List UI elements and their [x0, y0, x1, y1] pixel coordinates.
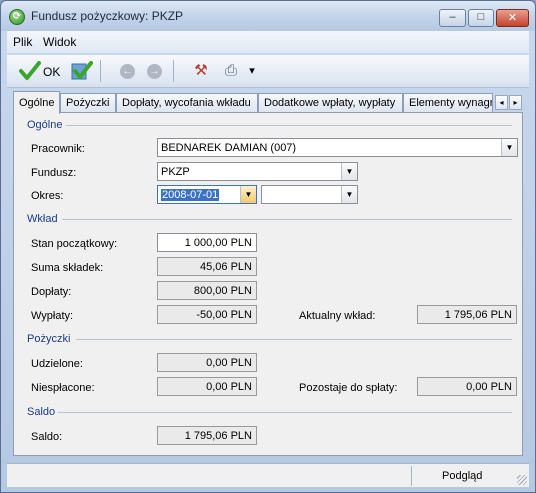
suma-skladek-label: Suma składek:: [31, 262, 104, 274]
toolbar-separator: [173, 60, 174, 82]
aktualny-wklad-value: 1 795,06 PLN: [417, 305, 517, 324]
minimize-icon: –: [449, 11, 456, 23]
section-divider: [58, 412, 512, 413]
tab-elementy[interactable]: Elementy wynagrod: [403, 93, 493, 113]
menu-widok[interactable]: Widok: [43, 35, 76, 49]
tab-panel: Ogólne Pracownik: BEDNAREK DAMIAN (007) …: [13, 112, 523, 456]
tab-dodatkowe[interactable]: Dodatkowe wpłaty, wypłaty: [258, 93, 403, 113]
tab-ogolne[interactable]: Ogólne: [13, 91, 60, 114]
fundusz-value: PKZP: [161, 166, 190, 178]
udzielone-value: 0,00 PLN: [157, 353, 257, 372]
title-bar[interactable]: ⟳ Fundusz pożyczkowy: PKZP – □ ✕: [1, 1, 535, 31]
close-button[interactable]: ✕: [496, 9, 529, 27]
status-text: Podgląd: [442, 470, 483, 482]
status-bar: Podgląd: [7, 463, 529, 487]
chevron-down-icon[interactable]: ▼: [240, 186, 256, 203]
pracownik-label: Pracownik:: [31, 143, 85, 155]
suma-skladek-value: 45,06 PLN: [157, 257, 257, 276]
chevron-down-icon[interactable]: ▼: [501, 139, 517, 156]
okres-label: Okres:: [31, 190, 64, 202]
ok-button-label[interactable]: OK: [43, 65, 60, 79]
aktualny-wklad-label: Aktualny wkład:: [299, 310, 376, 322]
menu-bar: Plik Widok: [7, 31, 529, 53]
wyplaty-label: Wypłaty:: [31, 310, 74, 322]
printer-icon[interactable]: ⎙: [221, 62, 241, 80]
section-divider: [76, 339, 512, 340]
minimize-button[interactable]: –: [439, 9, 466, 27]
doplaty-value: 800,00 PLN: [157, 281, 257, 300]
niesplacone-value: 0,00 PLN: [157, 377, 257, 396]
pozostaje-do-splaty-label: Pozostaje do spłaty:: [299, 382, 398, 394]
chevron-down-icon[interactable]: ▼: [341, 186, 357, 203]
back-icon[interactable]: ←: [120, 64, 135, 79]
niesplacone-label: Niespłacone:: [31, 382, 95, 394]
section-pozyczki: Pożyczki: [27, 333, 71, 345]
menu-plik[interactable]: Plik: [13, 35, 32, 49]
fundusz-select[interactable]: PKZP ▼: [157, 162, 358, 181]
saldo-value: 1 795,06 PLN: [157, 426, 257, 445]
toolbar-separator: [100, 60, 101, 82]
tab-doplaty[interactable]: Dopłaty, wycofania wkładu: [116, 93, 258, 113]
window: ⟳ Fundusz pożyczkowy: PKZP – □ ✕ Plik Wi…: [0, 0, 536, 493]
section-divider: [62, 219, 512, 220]
pracownik-select[interactable]: BEDNAREK DAMIAN (007) ▼: [157, 138, 518, 157]
section-saldo: Saldo: [27, 406, 56, 418]
window-title: Fundusz pożyczkowy: PKZP: [31, 9, 184, 23]
stan-poczatkowy-input[interactable]: 1 000,00 PLN: [157, 233, 257, 252]
status-separator: [411, 466, 412, 486]
saldo-label: Saldo:: [31, 431, 63, 443]
pracownik-value: BEDNAREK DAMIAN (007): [161, 142, 297, 154]
wyplaty-value: -50,00 PLN: [157, 305, 257, 324]
tab-strip: Ogólne Pożyczki Dopłaty, wycofania wkład…: [13, 91, 523, 114]
tab-pozyczki[interactable]: Pożyczki: [60, 93, 116, 113]
maximize-button[interactable]: □: [468, 9, 494, 27]
section-wklad: Wkład: [27, 213, 58, 225]
section-ogolne: Ogólne: [27, 119, 63, 131]
doplaty-label: Dopłaty:: [31, 286, 72, 298]
forward-icon[interactable]: →: [147, 64, 162, 79]
tab-scroll-left-icon[interactable]: ◂: [495, 95, 508, 110]
tools-icon[interactable]: ⚒: [191, 62, 211, 80]
tab-scroll-right-icon[interactable]: ▸: [509, 95, 522, 110]
save-check-icon[interactable]: [71, 61, 93, 81]
toolbar: OK ← → ⚒ ⎙ ▾: [7, 55, 529, 88]
resize-grip-icon[interactable]: [517, 475, 527, 485]
okres-from-value: 2008-07-01: [161, 189, 220, 201]
okres-to-date[interactable]: ▼: [261, 185, 358, 204]
ok-check-icon[interactable]: [19, 61, 41, 81]
dropdown-arrow-icon[interactable]: ▾: [246, 62, 258, 80]
app-icon: ⟳: [9, 9, 25, 25]
pozostaje-do-splaty-value: 0,00 PLN: [417, 377, 517, 396]
chevron-down-icon[interactable]: ▼: [341, 163, 357, 180]
close-icon: ✕: [507, 12, 518, 24]
okres-from-date[interactable]: 2008-07-01 ▼: [157, 185, 257, 204]
section-divider: [66, 125, 512, 126]
fundusz-label: Fundusz:: [31, 167, 77, 179]
maximize-icon: □: [477, 11, 485, 23]
stan-poczatkowy-label: Stan początkowy:: [31, 238, 118, 250]
udzielone-label: Udzielone:: [31, 358, 83, 370]
